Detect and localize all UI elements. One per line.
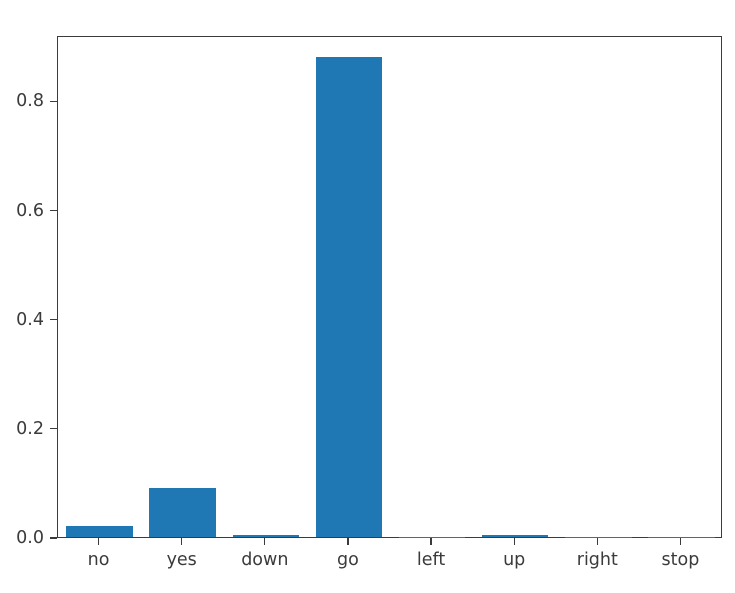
x-tick-label-right: right	[576, 550, 618, 570]
bar-up	[481, 534, 549, 537]
x-tick-label-up: up	[503, 550, 526, 570]
y-tick-mark	[50, 100, 57, 103]
x-tick-mark	[430, 538, 432, 545]
x-tick-label-left: left	[416, 550, 446, 570]
x-tick-label-yes: yes	[166, 550, 197, 570]
x-tick-label-no: no	[87, 550, 110, 570]
y-tick-mark	[50, 428, 57, 430]
y-tick-label: 0.2	[16, 418, 44, 439]
bar-down	[232, 534, 300, 537]
x-tick-label-stop: stop	[661, 550, 700, 570]
x-tick-mark	[97, 538, 100, 545]
bar-no	[66, 525, 133, 537]
x-tick-mark	[513, 538, 515, 545]
x-tick-mark	[264, 538, 266, 545]
y-tick-label: 0.4	[16, 309, 44, 330]
y-tick-label: 0.0	[16, 528, 44, 548]
y-tick-mark	[50, 537, 57, 539]
y-tick-mark	[50, 210, 57, 212]
bar-yes	[149, 487, 216, 537]
x-tick-mark	[181, 538, 183, 545]
figure-canvas: 0.0 0.2 0.4 0.6 0.8 no yes down go left up right st…	[0, 0, 735, 593]
plot-axes-frame	[57, 36, 722, 538]
bar-go	[315, 56, 383, 537]
bar-plot-area	[58, 37, 721, 537]
y-tick-label: 0.6	[16, 200, 44, 221]
x-tick-label-down: down	[241, 550, 289, 570]
x-tick-label-go: go	[337, 550, 359, 570]
y-tick-mark	[50, 319, 57, 321]
x-tick-mark	[679, 538, 682, 545]
x-tick-mark	[596, 538, 598, 545]
x-tick-mark	[347, 538, 349, 545]
y-tick-label: 0.8	[16, 91, 44, 112]
